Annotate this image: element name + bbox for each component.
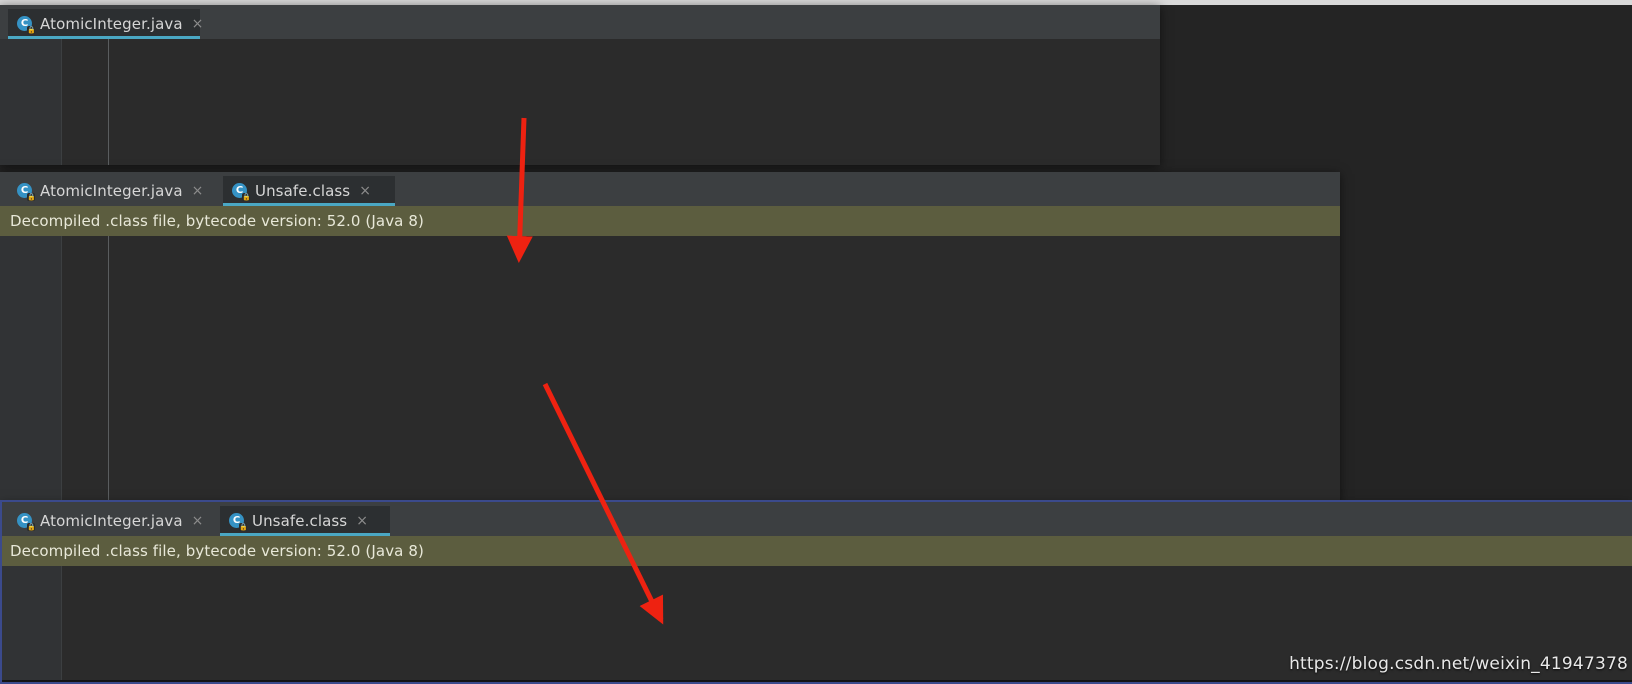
close-icon[interactable]: × — [192, 184, 204, 198]
code-lines-middle[interactable] — [0, 236, 1340, 502]
decompiled-notice-middle: Decompiled .class file, bytecode version… — [0, 206, 1340, 236]
editor-area-top[interactable] — [0, 39, 1160, 165]
watermark: https://blog.csdn.net/weixin_41947378 — [1289, 654, 1628, 674]
editor-window-top: C 🔒 AtomicInteger.java × — [0, 5, 1160, 165]
java-decompiled-icon: C 🔒 — [232, 182, 251, 201]
java-class-icon: C 🔒 — [17, 512, 36, 531]
code-lines-top[interactable] — [0, 39, 1160, 165]
tabbar-bottom: C 🔒 AtomicInteger.java × C 🔒 Unsafe.class … — [0, 502, 1632, 536]
editor-area-middle[interactable] — [0, 236, 1340, 502]
tabbar-middle: C 🔒 AtomicInteger.java × C 🔒 Unsafe.class … — [0, 172, 1340, 206]
tab-atomicinteger-java[interactable]: C 🔒 AtomicInteger.java × — [8, 9, 203, 39]
java-class-icon: C 🔒 — [17, 15, 36, 34]
java-class-icon: C 🔒 — [17, 182, 36, 201]
editor-window-middle: C 🔒 AtomicInteger.java × C 🔒 Unsafe.class … — [0, 172, 1340, 502]
tab-atomicinteger-java[interactable]: C 🔒 AtomicInteger.java × — [8, 506, 220, 536]
tabbar-top: C 🔒 AtomicInteger.java × — [0, 5, 1160, 39]
tab-label: AtomicInteger.java — [40, 15, 183, 33]
tab-label: AtomicInteger.java — [40, 512, 183, 530]
close-icon[interactable]: × — [192, 17, 204, 31]
java-decompiled-icon: C 🔒 — [229, 512, 248, 531]
tab-label: AtomicInteger.java — [40, 182, 183, 200]
tab-label: Unsafe.class — [255, 182, 351, 200]
tab-atomicinteger-java[interactable]: C 🔒 AtomicInteger.java × — [8, 176, 223, 206]
tab-label: Unsafe.class — [252, 512, 348, 530]
close-icon[interactable]: × — [356, 514, 368, 528]
close-icon[interactable]: × — [359, 184, 371, 198]
close-icon[interactable]: × — [192, 514, 204, 528]
tab-unsafe-class[interactable]: C 🔒 Unsafe.class × — [220, 506, 390, 536]
decompiled-notice-bottom: Decompiled .class file, bytecode version… — [0, 536, 1632, 566]
tab-unsafe-class[interactable]: C 🔒 Unsafe.class × — [223, 176, 395, 206]
